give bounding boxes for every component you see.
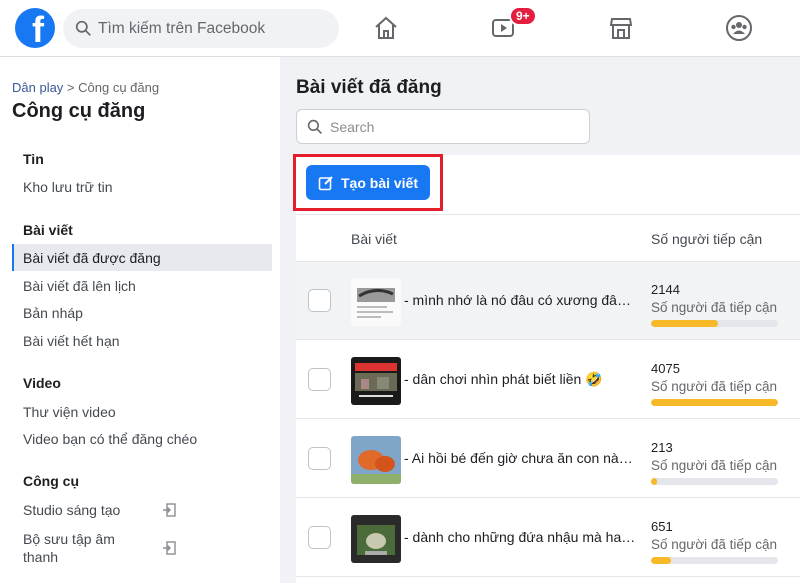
post-thumbnail[interactable]	[351, 357, 401, 405]
reach-bar-fill	[651, 478, 658, 485]
breadcrumb-separator: >	[63, 80, 79, 95]
sidebar-item-story-archive[interactable]: Kho lưu trữ tin	[12, 173, 272, 200]
post-text[interactable]: - Ai hồi bé đến giờ chưa ăn con này bao …	[404, 450, 638, 466]
reach-bar	[651, 320, 778, 327]
row-checkbox[interactable]	[308, 526, 331, 549]
sidebar-item-video-library[interactable]: Thư viện video	[12, 398, 272, 425]
top-navigation-bar: f Tìm kiếm trên Facebook 9+	[0, 0, 800, 57]
page-title: Bài viết đã đăng	[296, 77, 442, 98]
highlight-box	[293, 154, 443, 211]
search-icon	[75, 20, 91, 36]
row-checkbox[interactable]	[308, 368, 331, 391]
sidebar-item-expired-posts[interactable]: Bài viết hết hạn	[12, 327, 272, 354]
reach-label: Số người đã tiếp cận	[651, 458, 777, 473]
section-heading-video: Video	[23, 375, 61, 391]
reach-label: Số người đã tiếp cận	[651, 537, 777, 552]
groups-icon[interactable]	[723, 12, 755, 44]
sidebar-item-crosspost-videos[interactable]: Video bạn có thể đăng chéo	[12, 425, 272, 452]
breadcrumb: Dân play > Công cụ đăng	[12, 80, 159, 95]
search-placeholder: Tìm kiếm trên Facebook	[98, 19, 266, 37]
table-header: Bài viết Số người tiếp cận	[296, 214, 800, 262]
reach-bar	[651, 478, 778, 485]
reach-count: 213	[651, 440, 673, 455]
external-link-icon	[163, 502, 176, 517]
video-notification-badge: 9+	[509, 6, 537, 26]
post-text[interactable]: - dành cho những đứa nhậu mà hay quên	[404, 529, 638, 545]
row-checkbox[interactable]	[308, 447, 331, 470]
post-thumbnail[interactable]	[351, 515, 401, 563]
row-checkbox[interactable]	[308, 289, 331, 312]
marketplace-icon[interactable]	[605, 12, 637, 44]
section-heading-posts: Bài viết	[23, 222, 73, 238]
reach-bar	[651, 399, 778, 406]
section-heading-tin: Tin	[23, 151, 44, 167]
facebook-logo[interactable]: f	[15, 8, 55, 48]
sidebar-item-sound-collection[interactable]: Bộ sưu tập âm thanh	[12, 530, 272, 566]
posts-search-input[interactable]: Search	[296, 109, 590, 144]
reach-bar-fill	[651, 399, 778, 406]
table-row[interactable]: - mình nhớ là nó đâu có xương đâu mà gãy…	[296, 262, 800, 340]
home-icon[interactable]	[370, 12, 402, 44]
reach-label: Số người đã tiếp cận	[651, 379, 777, 394]
reach-count: 2144	[651, 282, 680, 297]
column-header-reach[interactable]: Số người tiếp cận	[651, 231, 762, 247]
breadcrumb-link[interactable]: Dân play	[12, 80, 63, 95]
reach-bar-fill	[651, 557, 672, 564]
table-row[interactable]: - dân chơi nhìn phát biết liền 🤣 4075 Số…	[296, 341, 800, 419]
sidebar-item-label: Studio sáng tạo	[23, 501, 121, 518]
sidebar: Dân play > Công cụ đăng Công cụ đăng Tin…	[0, 57, 280, 583]
sidebar-item-drafts[interactable]: Bản nháp	[12, 299, 272, 326]
table-row[interactable]: - Ai hồi bé đến giờ chưa ăn con này bao …	[296, 420, 800, 498]
reach-count: 651	[651, 519, 673, 534]
search-icon	[307, 119, 322, 134]
column-header-post[interactable]: Bài viết	[351, 231, 397, 247]
sidebar-item-label: Bộ sưu tập âm thanh	[23, 531, 115, 565]
post-thumbnail[interactable]	[351, 278, 401, 326]
facebook-search-input[interactable]: Tìm kiếm trên Facebook	[63, 9, 339, 48]
external-link-icon	[163, 541, 176, 555]
post-text[interactable]: - mình nhớ là nó đâu có xương đâu mà gãy…	[404, 292, 638, 308]
sidebar-item-creator-studio[interactable]: Studio sáng tạo	[12, 496, 272, 523]
table-row[interactable]: - dành cho những đứa nhậu mà hay quên 65…	[296, 499, 800, 577]
reach-count: 4075	[651, 361, 680, 376]
sidebar-item-scheduled-posts[interactable]: Bài viết đã lên lịch	[12, 272, 272, 299]
sidebar-title: Công cụ đăng	[12, 100, 146, 122]
reach-label: Số người đã tiếp cận	[651, 300, 777, 315]
section-heading-tools: Công cụ	[23, 473, 79, 489]
reach-bar-fill	[651, 320, 719, 327]
post-text[interactable]: - dân chơi nhìn phát biết liền 🤣	[404, 371, 638, 388]
sidebar-item-published-posts[interactable]: Bài viết đã được đăng	[12, 244, 272, 271]
search-placeholder: Search	[330, 118, 375, 135]
breadcrumb-current: Công cụ đăng	[78, 80, 160, 95]
post-thumbnail[interactable]	[351, 436, 401, 484]
reach-bar	[651, 557, 778, 564]
